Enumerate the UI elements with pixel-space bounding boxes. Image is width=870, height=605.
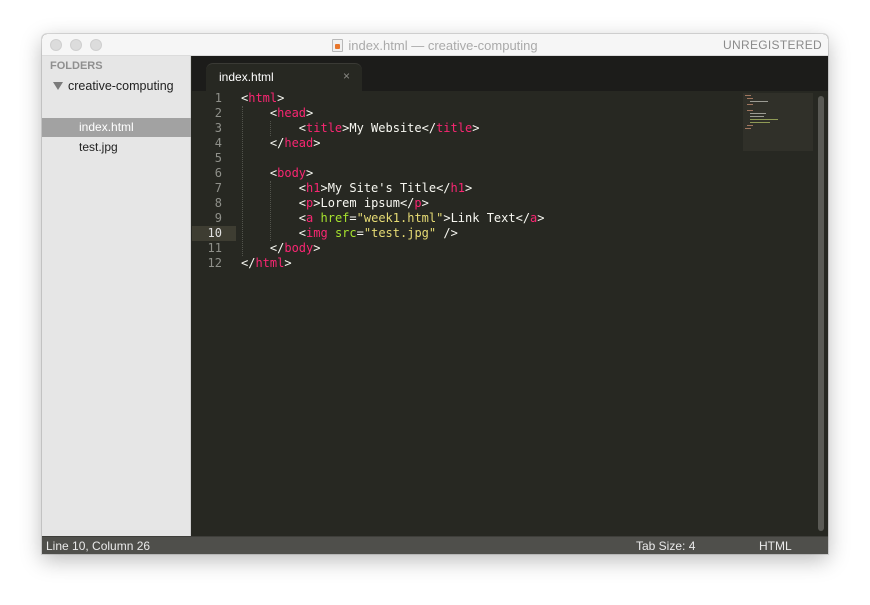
line-number: 6 [214,166,222,180]
line-number: 11 [207,241,222,255]
folders-header: FOLDERS [50,60,103,72]
code-line-7: <h1>My Site's Title</h1> [241,181,473,195]
close-icon[interactable]: × [343,69,350,83]
minimap-line [750,119,778,120]
tab-index-html[interactable]: index.html × [206,63,362,91]
code-line-10: <img src="test.jpg" /> [241,226,458,240]
tab-label: index.html [219,70,274,84]
line-number: 2 [214,106,222,120]
vertical-scrollbar[interactable] [818,96,824,531]
line-number: 12 [207,256,222,270]
file-item-index-html[interactable]: index.html [42,118,191,137]
minimap-line [745,95,751,96]
code-line-11: </body> [241,241,321,255]
title-bar: index.html — creative-computing UNREGIST… [42,34,828,56]
sidebar: FOLDERS creative-computing index.html te… [42,56,191,536]
folder-creative-computing[interactable]: creative-computing [42,77,191,95]
minimap-line [747,125,753,126]
minimap-line [750,113,766,114]
status-bar: Line 10, Column 26 Tab Size: 4 HTML [42,536,828,554]
minimap-line [750,101,768,102]
code-line-9: <a href="week1.html">Link Text</a> [241,211,545,225]
line-number: 5 [214,151,222,165]
line-number: 3 [214,121,222,135]
file-item-test-jpg[interactable]: test.jpg [42,138,191,157]
html-file-icon [332,38,344,52]
code-line-3: <title>My Website</title> [241,121,480,135]
code-line-8: <p>Lorem ipsum</p> [241,196,429,210]
cursor-position: Line 10, Column 26 [46,539,151,553]
minimap-line [745,128,751,129]
registration-status: UNREGISTERED [723,38,822,52]
window-title-group: index.html — creative-computing [42,34,828,56]
tab-bar: index.html × [192,56,828,91]
tab-size-selector[interactable]: Tab Size: 4 [636,539,695,553]
code-line-2: <head> [241,106,314,120]
minimap-line [750,116,764,117]
line-number: 1 [214,91,222,105]
editor-window: index.html — creative-computing UNREGIST… [42,34,828,554]
minimap-line [750,122,770,123]
code-line-4: </head> [241,136,321,150]
minimap-line [747,110,753,111]
code-line-12: </html> [241,256,292,270]
window-title: index.html — creative-computing [348,37,538,53]
line-number-active: 10 [207,226,222,240]
code-line-6: <body> [241,166,314,180]
syntax-selector[interactable]: HTML [759,539,792,553]
folder-label: creative-computing [68,79,174,93]
code-line-1: <html> [241,91,285,105]
line-number-gutter: 1 2 3 4 5 6 7 8 9 10 11 12 [192,91,236,536]
line-number: 8 [214,196,222,210]
line-number: 4 [214,136,222,150]
disclosure-triangle-icon[interactable] [53,82,63,90]
minimap-line [747,98,753,99]
line-number: 9 [214,211,222,225]
line-number: 7 [214,181,222,195]
minimap-line [747,104,753,105]
minimap[interactable] [743,93,813,151]
code-editor[interactable]: 1 2 3 4 5 6 7 8 9 10 11 12 <html> <head>… [192,91,828,536]
